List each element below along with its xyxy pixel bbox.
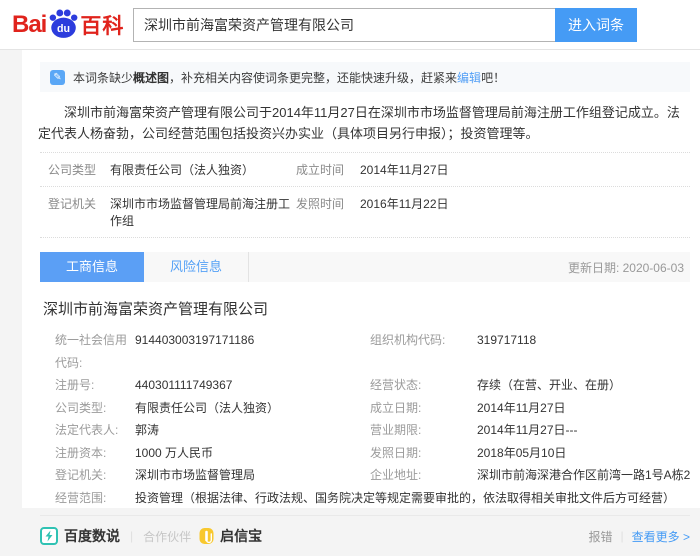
footer-separator: | [621, 529, 624, 543]
field-value: 深圳市前海深港合作区前湾一路1号A栋201室... [477, 464, 690, 487]
notice-middle: ，补充相关内容使词条更完整，还能快速升级，赶紧来 [169, 71, 457, 85]
footer: 百度数说 | 合作伙伴 启信宝 报错 | 查看更多 > [40, 516, 690, 556]
entry-card: ✎ 本词条缺少概述图，补充相关内容使词条更完整，还能快速升级，赶紧来编辑吧！ 深… [22, 50, 700, 508]
infobox-value: 2016年11月22日 [360, 195, 690, 229]
report-error-link[interactable]: 报错 [589, 528, 613, 545]
field-label: 发照日期: [370, 442, 477, 465]
infobox-value: 2014年11月27日 [360, 161, 690, 178]
tab-bar: 工商信息 风险信息 更新日期: 2020-06-03 [40, 252, 690, 282]
field-value: 2014年11月27日 [477, 397, 690, 420]
tab-risk-info[interactable]: 风险信息 [144, 252, 248, 282]
table-row-business-scope: 经营范围: 投资管理（根据法律、行政法规、国务院决定等规定需要审批的，依法取得相… [55, 487, 690, 510]
infobox-value: 深圳市市场监督管理局前海注册工作组 [110, 195, 296, 229]
tab-divider [248, 252, 249, 282]
table-row: 注册资本: 1000 万人民币 发照日期: 2018年05月10日 [55, 442, 690, 465]
field-label: 企业地址: [370, 464, 477, 487]
infobox-label: 公司类型 [48, 161, 110, 178]
qixinbao-link[interactable]: 启信宝 [199, 526, 262, 546]
basic-infobox: 公司类型 有限责任公司（法人独资） 成立时间 2014年11月27日 登记机关 … [40, 152, 690, 238]
field-value: 2014年11月27日--- [477, 419, 690, 442]
table-row: 公司类型: 有限责任公司（法人独资） 成立日期: 2014年11月27日 [55, 397, 690, 420]
field-label: 成立日期: [370, 397, 477, 420]
infobox-row: 登记机关 深圳市市场监督管理局前海注册工作组 发照时间 2016年11月22日 [40, 187, 690, 238]
field-value: 深圳市市场监督管理局 [135, 464, 370, 487]
field-label: 注册号: [55, 374, 135, 397]
enter-entry-button[interactable]: 进入词条 [555, 8, 637, 42]
field-label: 公司类型: [55, 397, 135, 420]
field-label: 法定代表人: [55, 419, 135, 442]
update-date: 更新日期: 2020-06-03 [568, 259, 690, 276]
notice-bold: 概述图 [133, 71, 169, 85]
field-value: 319717118 [477, 329, 690, 374]
notice-text: 本词条缺少概述图，补充相关内容使词条更完整，还能快速升级，赶紧来编辑吧！ [73, 69, 505, 86]
logo-text-baike: 百科 [80, 10, 124, 40]
field-label: 经营状态: [370, 374, 477, 397]
field-value: 1000 万人民币 [135, 442, 370, 465]
field-value: 440301111749367 [135, 374, 370, 397]
search-input[interactable] [133, 8, 555, 42]
search-box: 进入词条 [133, 8, 637, 42]
table-row: 法定代表人: 郭涛 营业期限: 2014年11月27日--- [55, 419, 690, 442]
header: Bai du 百科 进入词条 [0, 0, 700, 50]
table-row: 注册号: 440301111749367 经营状态: 存续（在营、开业、在册） [55, 374, 690, 397]
infobox-row: 公司类型 有限责任公司（法人独资） 成立时间 2014年11月27日 [40, 153, 690, 187]
field-label: 统一社会信用代码: [55, 329, 135, 374]
edit-link[interactable]: 编辑 [457, 71, 481, 85]
baidu-datasay-link[interactable]: 百度数说 [40, 526, 120, 546]
baidu-baike-logo[interactable]: Bai du 百科 [12, 8, 124, 42]
datasay-icon [40, 527, 58, 545]
field-value: 有限责任公司（法人独资） [135, 397, 370, 420]
field-label: 组织机构代码: [370, 329, 477, 374]
baidu-paw-icon: du [47, 7, 79, 39]
table-row: 统一社会信用代码: 914403003197171186 组织机构代码: 319… [55, 329, 690, 374]
edit-pencil-icon: ✎ [50, 70, 65, 85]
logo-text-bai: Bai [12, 11, 46, 39]
datasay-label: 百度数说 [64, 526, 120, 546]
field-value: 郭涛 [135, 419, 370, 442]
qixinbao-icon [199, 527, 214, 545]
view-more-link[interactable]: 查看更多 > [632, 528, 690, 545]
field-label: 注册资本: [55, 442, 135, 465]
field-value: 投资管理（根据法律、行政法规、国务院决定等规定需要审批的，依法取得相关审批文件后… [135, 487, 690, 510]
infobox-label: 成立时间 [296, 161, 360, 178]
notice-prefix: 本词条缺少 [73, 71, 133, 85]
partner-label: 合作伙伴 [143, 528, 191, 545]
company-name-title: 深圳市前海富荣资产管理有限公司 [43, 298, 700, 319]
footer-separator: | [130, 529, 133, 543]
field-value: 2018年05月10日 [477, 442, 690, 465]
field-label: 经营范围: [55, 487, 135, 510]
notice-bar: ✎ 本词条缺少概述图，补充相关内容使词条更完整，还能快速升级，赶紧来编辑吧！ [40, 62, 690, 92]
field-value: 存续（在营、开业、在册） [477, 374, 690, 397]
infobox-label: 登记机关 [48, 195, 110, 229]
business-info-table: 统一社会信用代码: 914403003197171186 组织机构代码: 319… [55, 329, 690, 509]
qixinbao-label: 启信宝 [220, 526, 262, 546]
tab-business-info[interactable]: 工商信息 [40, 252, 144, 282]
notice-suffix: 吧！ [481, 71, 505, 85]
field-label: 营业期限: [370, 419, 477, 442]
table-row: 登记机关: 深圳市市场监督管理局 企业地址: 深圳市前海深港合作区前湾一路1号A… [55, 464, 690, 487]
logo-text-du: du [57, 23, 70, 35]
infobox-value: 有限责任公司（法人独资） [110, 161, 296, 178]
infobox-label: 发照时间 [296, 195, 360, 229]
field-value: 914403003197171186 [135, 329, 370, 374]
field-label: 登记机关: [55, 464, 135, 487]
intro-paragraph: 深圳市前海富荣资产管理有限公司于2014年11月27日在深圳市市场监督管理局前海… [38, 102, 688, 144]
